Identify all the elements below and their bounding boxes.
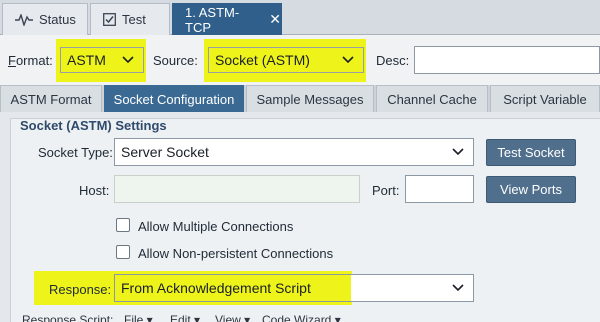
- response-script-label: Response Script:: [22, 313, 114, 322]
- checkbox-icon: [103, 13, 116, 26]
- subtab-socket-configuration[interactable]: Socket Configuration: [104, 85, 244, 112]
- subtab-label: Socket Configuration: [113, 91, 235, 107]
- socket-type-select[interactable]: Server Socket: [114, 138, 474, 166]
- subtab-sample-messages[interactable]: Sample Messages: [246, 85, 374, 112]
- tab-status[interactable]: Status: [2, 3, 88, 35]
- port-input[interactable]: [405, 175, 474, 203]
- chevron-down-icon: [452, 284, 464, 292]
- subtab-label: Channel Cache: [387, 91, 477, 107]
- settings-title: Socket (ASTM) Settings: [20, 118, 167, 133]
- desc-input[interactable]: [414, 46, 600, 74]
- source-select[interactable]: Socket (ASTM): [208, 47, 364, 73]
- format-row: Format: ASTM Source: Socket (ASTM) Desc:: [0, 35, 600, 85]
- subtab-channel-cache[interactable]: Channel Cache: [376, 85, 488, 112]
- tab-strip: Status Test 1. ASTM-TCP ✕: [0, 0, 600, 35]
- chevron-down-icon: [342, 56, 354, 64]
- subtab-label: ASTM Format: [10, 91, 92, 107]
- source-label: Source:: [153, 53, 198, 68]
- desc-label: Desc:: [376, 53, 410, 68]
- subtab-astm-format[interactable]: ASTM Format: [0, 85, 102, 112]
- close-icon[interactable]: ✕: [269, 11, 281, 28]
- file-menu[interactable]: File ▾: [124, 313, 153, 322]
- response-label: Response:: [49, 282, 112, 297]
- host-label: Host:: [79, 183, 110, 198]
- view-ports-button[interactable]: View Ports: [486, 176, 576, 203]
- format-label: Format:: [8, 53, 53, 68]
- subtab-label: Sample Messages: [256, 91, 364, 107]
- socket-type-label: Socket Type:: [38, 145, 113, 160]
- test-socket-button[interactable]: Test Socket: [486, 139, 576, 166]
- response-value: From Acknowledgement Script: [121, 280, 311, 296]
- source-select-value: Socket (ASTM): [215, 52, 310, 68]
- response-script-row: Response Script: File ▾ Edit ▾ View ▾ Co…: [0, 312, 600, 322]
- pulse-icon: [15, 13, 33, 26]
- allow-multiple-checkbox[interactable]: [116, 218, 130, 232]
- port-label: Port:: [372, 183, 400, 198]
- edit-menu[interactable]: Edit ▾: [170, 313, 200, 322]
- chevron-down-icon: [452, 148, 464, 156]
- tab-astm-tcp-label: 1. ASTM-TCP: [185, 4, 240, 35]
- format-select[interactable]: ASTM: [60, 47, 144, 73]
- tab-test-label: Test: [122, 12, 146, 27]
- allow-multiple-label: Allow Multiple Connections: [138, 219, 294, 234]
- allow-non-persistent-label: Allow Non-persistent Connections: [138, 246, 334, 261]
- tab-status-label: Status: [39, 12, 76, 27]
- subtab-label: Script Variable: [503, 91, 587, 107]
- tab-test[interactable]: Test: [90, 3, 170, 35]
- code-wizard-menu[interactable]: Code Wizard ▾: [262, 313, 341, 322]
- view-menu[interactable]: View ▾: [215, 313, 250, 322]
- socket-type-value: Server Socket: [121, 144, 209, 160]
- host-input[interactable]: [114, 175, 360, 203]
- subtab-strip: ASTM Format Socket Configuration Sample …: [0, 85, 600, 112]
- allow-non-persistent-checkbox[interactable]: [116, 245, 130, 259]
- format-select-value: ASTM: [67, 52, 106, 68]
- chevron-down-icon: [122, 56, 134, 64]
- response-select[interactable]: From Acknowledgement Script: [114, 274, 474, 302]
- subtab-script-variable[interactable]: Script Variable: [490, 85, 600, 112]
- tab-astm-tcp[interactable]: 1. ASTM-TCP ✕: [172, 3, 282, 35]
